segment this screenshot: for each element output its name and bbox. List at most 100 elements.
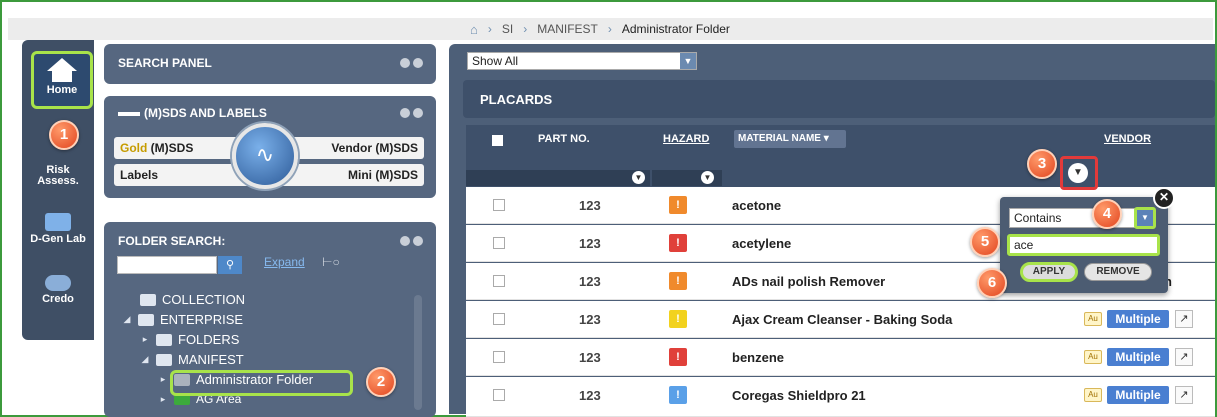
home-icon [47, 58, 77, 71]
row-checkbox[interactable] [493, 237, 505, 249]
vendor-multiple-button[interactable]: Multiple [1107, 310, 1169, 328]
collapse-arrow-icon[interactable]: ◢ [122, 314, 132, 325]
panel-controls[interactable] [400, 236, 424, 248]
callout-badge-1: 1 [49, 120, 79, 150]
col-material-name[interactable]: MATERIAL NAME ▾ [734, 130, 846, 148]
hazard-icon[interactable]: ! [669, 348, 687, 366]
filter-icon[interactable]: ▼ [632, 171, 645, 184]
tree-item-collection[interactable]: COLLECTION [140, 292, 245, 307]
hazard-icon[interactable]: ! [669, 386, 687, 404]
sds-panel-title: (M)SDS AND LABELS [144, 106, 267, 120]
table-row[interactable]: 123 ! benzene Au Multiple ↗ [466, 339, 1215, 376]
hazard-icon[interactable]: ! [669, 272, 687, 290]
monitor-icon [45, 213, 71, 231]
collapse-arrow-icon[interactable]: ◢ [140, 354, 150, 365]
material-name[interactable]: acetylene [732, 236, 791, 251]
col-material-label: MATERIAL NAME [738, 133, 821, 144]
folder-icon [138, 313, 154, 326]
panel-controls[interactable] [400, 108, 424, 120]
vendor-multiple-button[interactable]: Multiple [1107, 348, 1169, 366]
minimize-icon[interactable] [400, 236, 410, 246]
row-checkbox[interactable] [493, 199, 505, 211]
au-badge[interactable]: Au [1084, 350, 1102, 364]
mini-sds-link[interactable]: Mini (M)SDS [348, 168, 418, 182]
select-all-checkbox[interactable] [492, 135, 503, 146]
col-part-no[interactable]: PART NO. [538, 133, 590, 145]
hazard-icon[interactable]: ! [669, 196, 687, 214]
vendor-sds-link[interactable]: Vendor (M)SDS [331, 141, 418, 155]
remove-button[interactable]: REMOVE [1084, 263, 1152, 281]
hazard-icon[interactable]: ! [669, 234, 687, 252]
breadcrumb-item-si[interactable]: SI [502, 22, 513, 36]
expand-arrow-icon[interactable]: ▸ [158, 374, 168, 385]
row-checkbox[interactable] [493, 313, 505, 325]
filter-value-input[interactable]: ace [1007, 234, 1160, 256]
pulse-dial-icon[interactable]: ∿ [232, 123, 298, 189]
material-name[interactable]: benzene [732, 350, 784, 365]
folder-search-title: FOLDER SEARCH: [118, 234, 226, 248]
col-hazard[interactable]: HAZARD [663, 133, 709, 145]
au-badge[interactable]: Au [1084, 388, 1102, 402]
nav-item-risk[interactable]: Risk Assess. [22, 165, 94, 187]
au-badge[interactable]: Au [1084, 312, 1102, 326]
nav-item-credo[interactable]: Credo [22, 275, 94, 305]
close-icon[interactable] [413, 236, 423, 246]
close-icon[interactable] [413, 108, 423, 118]
chevron-down-icon[interactable]: ▼ [1134, 207, 1156, 229]
expand-icon[interactable]: ↗ [1175, 310, 1193, 328]
expand-link[interactable]: Expand [264, 255, 305, 269]
gold-label: Gold [120, 141, 148, 155]
row-checkbox[interactable] [493, 351, 505, 363]
expand-arrow-icon[interactable]: ▸ [140, 334, 150, 345]
home-body-icon [52, 71, 72, 82]
material-name[interactable]: acetone [732, 198, 781, 213]
folder-search-input[interactable] [117, 256, 217, 274]
table-row[interactable]: 123 ! Ajax Cream Cleanser - Baking Soda … [466, 301, 1215, 338]
close-icon[interactable] [413, 58, 423, 68]
search-icon[interactable]: ⚲ [218, 256, 242, 274]
panel-controls[interactable] [400, 58, 424, 70]
tree-scrollbar[interactable] [414, 295, 422, 410]
filter-row [466, 170, 650, 186]
expand-icon[interactable]: ↗ [1175, 348, 1193, 366]
nav-item-home[interactable]: Home [26, 58, 98, 96]
row-checkbox[interactable] [493, 389, 505, 401]
tree-options-icon[interactable]: ⊢○ [322, 255, 340, 269]
material-name[interactable]: Ajax Cream Cleanser - Baking Soda [732, 312, 952, 327]
add-icon[interactable] [400, 58, 410, 68]
expand-icon[interactable]: ↗ [1175, 386, 1193, 404]
minimize-icon[interactable] [400, 108, 410, 118]
folder-icon [140, 293, 156, 306]
part-number-icon[interactable]: 123 [579, 236, 601, 251]
tree-item-folders[interactable]: ▸ FOLDERS [140, 332, 240, 347]
material-name[interactable]: Coregas Shieldpro 21 [732, 388, 866, 403]
callout-badge-3: 3 [1027, 149, 1057, 179]
filter-icon[interactable]: ▼ [701, 171, 714, 184]
show-all-select[interactable]: Show All [467, 52, 697, 70]
breadcrumb-separator-icon: › [523, 22, 528, 36]
col-vendor[interactable]: VENDOR [1104, 133, 1151, 145]
breadcrumb-item-manifest[interactable]: MANIFEST [537, 22, 598, 36]
close-icon[interactable]: ✕ [1153, 187, 1175, 209]
chevron-down-icon[interactable]: ▼ [680, 53, 696, 69]
part-number-icon[interactable]: 123 [579, 350, 601, 365]
part-number-icon[interactable]: 123 [579, 274, 601, 289]
part-number-icon[interactable]: 123 [579, 312, 601, 327]
apply-button[interactable]: APPLY [1020, 262, 1078, 282]
row-checkbox[interactable] [493, 275, 505, 287]
table-row[interactable]: 123 ! Coregas Shieldpro 21 Au Multiple ↗ [466, 377, 1215, 417]
part-number-icon[interactable]: 123 [579, 388, 601, 403]
expand-arrow-icon[interactable]: ▸ [158, 394, 168, 405]
part-number-icon[interactable]: 123 [579, 198, 601, 213]
material-filter-icon[interactable]: ▼ [1068, 163, 1088, 183]
nav-item-dgen[interactable]: D-Gen Lab [22, 213, 94, 245]
hazard-icon[interactable]: ! [669, 310, 687, 328]
home-small-icon[interactable]: ⌂ [470, 22, 478, 37]
material-name[interactable]: ADs nail polish Remover [732, 274, 885, 289]
vendor-multiple-button[interactable]: Multiple [1107, 386, 1169, 404]
tree-item-enterprise[interactable]: ◢ ENTERPRISE [122, 312, 244, 327]
tree-item-manifest[interactable]: ◢ MANIFEST [140, 352, 244, 367]
gold-sds-link[interactable]: Gold (M)SDS [120, 141, 193, 155]
nav-label-home: Home [46, 84, 78, 96]
labels-link[interactable]: Labels [120, 168, 158, 182]
